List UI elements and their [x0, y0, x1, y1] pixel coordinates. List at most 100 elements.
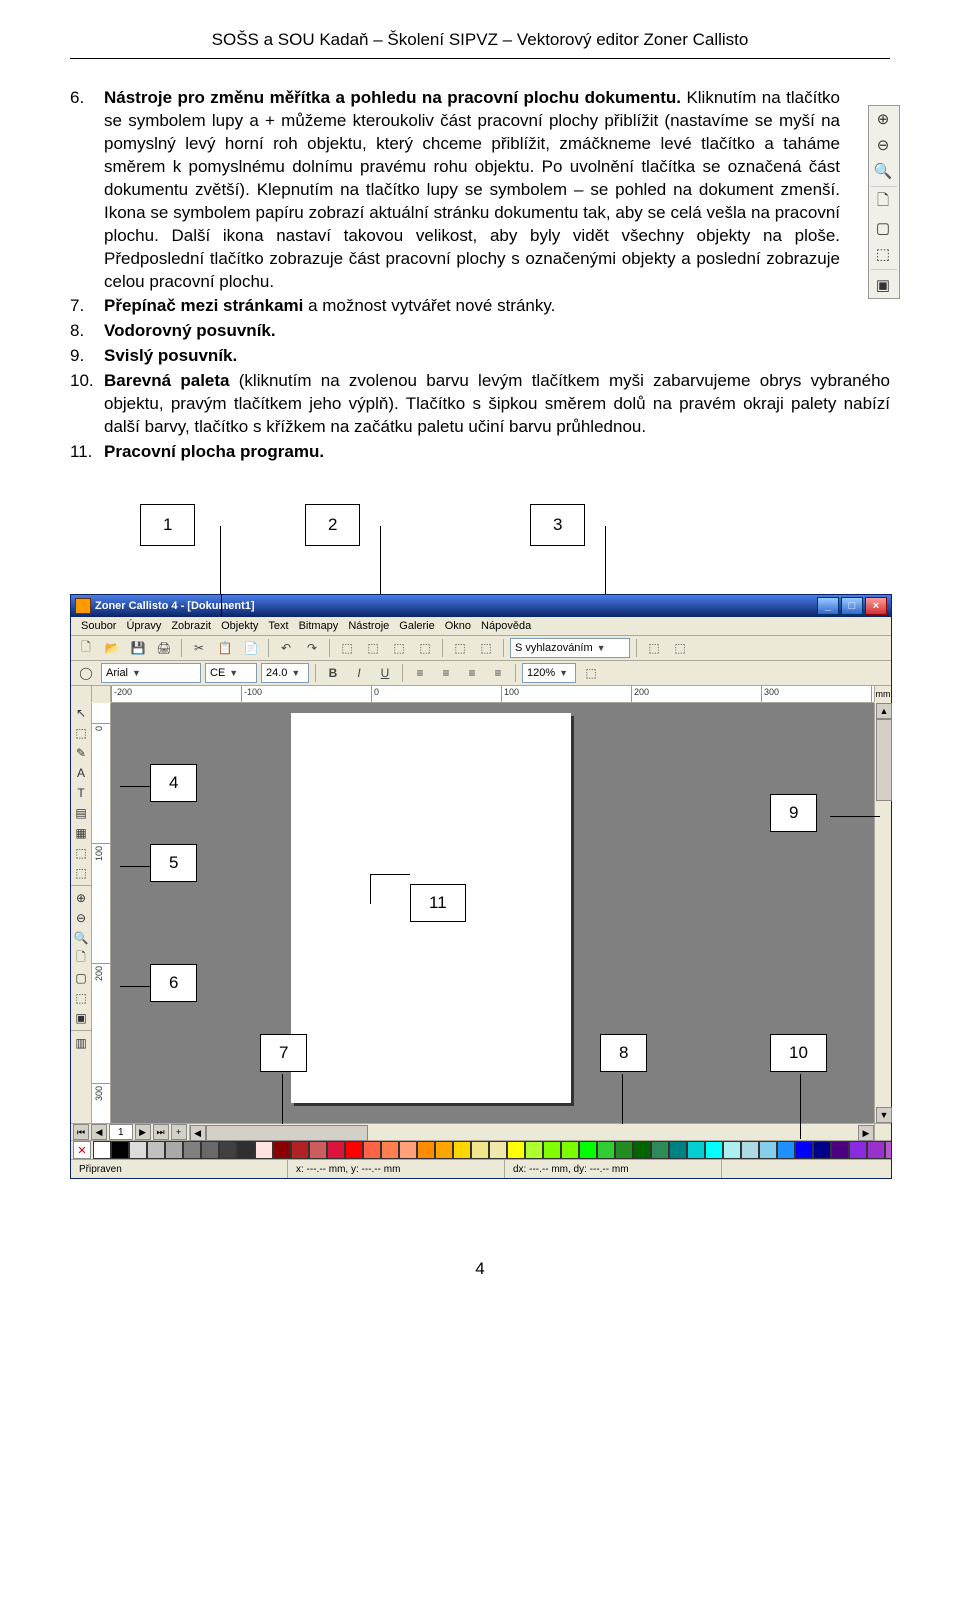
- color-swatch[interactable]: [471, 1141, 489, 1159]
- tool-icon[interactable]: ⬚: [414, 637, 436, 659]
- color-swatch[interactable]: [831, 1141, 849, 1159]
- color-swatch[interactable]: [669, 1141, 687, 1159]
- add-page-button[interactable]: +: [171, 1124, 187, 1140]
- color-swatch[interactable]: [633, 1141, 651, 1159]
- redo-icon[interactable]: ↷: [301, 637, 323, 659]
- undo-icon[interactable]: ↶: [275, 637, 297, 659]
- color-swatch[interactable]: [435, 1141, 453, 1159]
- menu-item[interactable]: Bitmapy: [299, 620, 339, 632]
- color-swatch[interactable]: [453, 1141, 471, 1159]
- color-swatch[interactable]: [255, 1141, 273, 1159]
- tool-button[interactable]: ⬚: [71, 723, 91, 743]
- color-swatch[interactable]: [867, 1141, 885, 1159]
- menu-item[interactable]: Galerie: [399, 620, 434, 632]
- font-size-field[interactable]: 24.0 ▼: [261, 663, 309, 683]
- color-swatch[interactable]: [813, 1141, 831, 1159]
- align-justify-icon[interactable]: ≡: [487, 662, 509, 684]
- scroll-thumb[interactable]: [876, 719, 892, 801]
- color-swatch[interactable]: [291, 1141, 309, 1159]
- font-preview-icon[interactable]: ◯: [75, 662, 97, 684]
- scroll-down-button[interactable]: ▼: [876, 1107, 892, 1123]
- transparent-color-button[interactable]: ✕: [73, 1141, 91, 1159]
- tool-button[interactable]: ▣: [71, 1008, 91, 1028]
- color-swatch[interactable]: [885, 1141, 891, 1159]
- color-swatch[interactable]: [111, 1141, 129, 1159]
- print-icon[interactable]: 🖨: [153, 637, 175, 659]
- color-swatch[interactable]: [615, 1141, 633, 1159]
- tool-icon[interactable]: ⬚: [580, 662, 602, 684]
- color-swatch[interactable]: [183, 1141, 201, 1159]
- color-swatch[interactable]: [849, 1141, 867, 1159]
- menu-item[interactable]: Soubor: [81, 620, 116, 632]
- color-swatch[interactable]: [759, 1141, 777, 1159]
- italic-button[interactable]: I: [348, 662, 370, 684]
- minimize-button[interactable]: _: [817, 597, 839, 615]
- new-icon[interactable]: 🗋: [75, 637, 97, 659]
- tool-icon[interactable]: ⬚: [669, 637, 691, 659]
- vertical-scrollbar[interactable]: ▲ ▼: [874, 703, 891, 1123]
- color-swatch[interactable]: [417, 1141, 435, 1159]
- cut-icon[interactable]: ✂: [188, 637, 210, 659]
- color-swatch[interactable]: [507, 1141, 525, 1159]
- prev-page-button[interactable]: ◀: [91, 1124, 107, 1140]
- tool-icon[interactable]: ⬚: [388, 637, 410, 659]
- scroll-right-button[interactable]: ▶: [858, 1125, 874, 1141]
- color-swatch[interactable]: [525, 1141, 543, 1159]
- next-page-button[interactable]: ▶: [135, 1124, 151, 1140]
- canvas-area[interactable]: [111, 703, 874, 1123]
- color-swatch[interactable]: [597, 1141, 615, 1159]
- tool-icon[interactable]: ⬚: [362, 637, 384, 659]
- scroll-left-button[interactable]: ◀: [190, 1125, 206, 1141]
- menu-item[interactable]: Okno: [445, 620, 471, 632]
- menu-item[interactable]: Úpravy: [126, 620, 161, 632]
- color-swatch[interactable]: [147, 1141, 165, 1159]
- tool-button[interactable]: A: [71, 763, 91, 783]
- tool-button[interactable]: ⊕: [71, 888, 91, 908]
- color-swatch[interactable]: [201, 1141, 219, 1159]
- color-swatch[interactable]: [309, 1141, 327, 1159]
- color-swatch[interactable]: [219, 1141, 237, 1159]
- menu-item[interactable]: Nápověda: [481, 620, 531, 632]
- color-swatch[interactable]: [165, 1141, 183, 1159]
- tool-icon[interactable]: ⬚: [475, 637, 497, 659]
- paste-icon[interactable]: 📄: [240, 637, 262, 659]
- first-page-button[interactable]: ⏮: [73, 1124, 89, 1140]
- antialias-select[interactable]: S vyhlazováním ▼: [510, 638, 630, 658]
- color-swatch[interactable]: [561, 1141, 579, 1159]
- color-swatch[interactable]: [687, 1141, 705, 1159]
- tool-button[interactable]: ▦: [71, 823, 91, 843]
- copy-icon[interactable]: 📋: [214, 637, 236, 659]
- scroll-thumb[interactable]: [206, 1125, 368, 1141]
- color-swatch[interactable]: [723, 1141, 741, 1159]
- menu-item[interactable]: Text: [268, 620, 288, 632]
- color-swatch[interactable]: [543, 1141, 561, 1159]
- menu-item[interactable]: Nástroje: [348, 620, 389, 632]
- scroll-up-button[interactable]: ▲: [876, 703, 892, 719]
- align-center-icon[interactable]: ≡: [435, 662, 457, 684]
- color-swatch[interactable]: [795, 1141, 813, 1159]
- bold-button[interactable]: B: [322, 662, 344, 684]
- horizontal-scrollbar[interactable]: ◀ ▶: [190, 1124, 875, 1140]
- color-swatch[interactable]: [273, 1141, 291, 1159]
- save-icon[interactable]: 💾: [127, 637, 149, 659]
- tool-button[interactable]: ▥: [71, 1033, 91, 1053]
- color-swatch[interactable]: [705, 1141, 723, 1159]
- color-swatch[interactable]: [381, 1141, 399, 1159]
- tool-icon[interactable]: ⬚: [449, 637, 471, 659]
- color-swatch[interactable]: [651, 1141, 669, 1159]
- menu-item[interactable]: Zobrazit: [171, 620, 211, 632]
- tool-button[interactable]: 🗋: [71, 948, 91, 968]
- tool-button[interactable]: ↖: [71, 703, 91, 723]
- tool-button[interactable]: ▢: [71, 968, 91, 988]
- tool-button[interactable]: ⬚: [71, 843, 91, 863]
- color-swatch[interactable]: [489, 1141, 507, 1159]
- color-swatch[interactable]: [579, 1141, 597, 1159]
- color-swatch[interactable]: [363, 1141, 381, 1159]
- tool-button[interactable]: ⊖: [71, 908, 91, 928]
- tool-button[interactable]: ⬚: [71, 988, 91, 1008]
- color-swatch[interactable]: [345, 1141, 363, 1159]
- tool-button[interactable]: ▤: [71, 803, 91, 823]
- underline-button[interactable]: U: [374, 662, 396, 684]
- font-select[interactable]: Arial ▼: [101, 663, 201, 683]
- tool-button[interactable]: ✎: [71, 743, 91, 763]
